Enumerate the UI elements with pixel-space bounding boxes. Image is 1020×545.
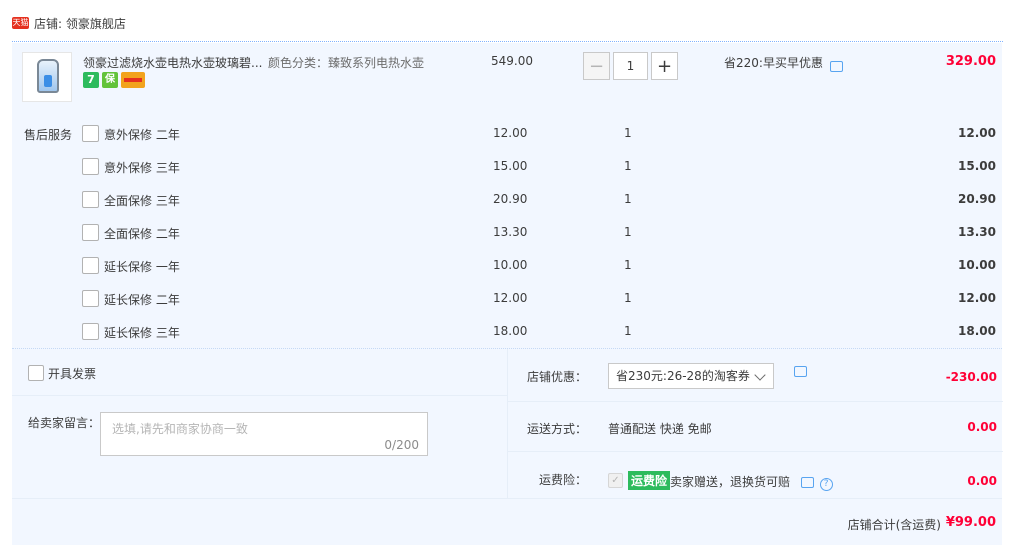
- service-quantity: 1: [624, 192, 632, 206]
- service-price: 10.00: [493, 258, 528, 272]
- increase-quantity-button[interactable]: +: [651, 52, 678, 80]
- coupon-dropdown[interactable]: 省230元:26-28的淘客券: [608, 363, 774, 389]
- kettle-image-icon: [37, 59, 59, 93]
- service-total: 12.00: [958, 291, 996, 305]
- service-row: 全面保修 二年 13.30 1 13.30: [12, 224, 1002, 248]
- service-price: 13.30: [493, 225, 528, 239]
- service-checkbox[interactable]: [82, 290, 99, 307]
- quantity-stepper: − 1 +: [583, 52, 678, 80]
- service-row: 全面保修 三年 20.90 1 20.90: [12, 191, 1002, 215]
- service-name: 延长保修 三年: [104, 326, 180, 340]
- order-fees-panel: 店铺优惠： 省230元:26-28的淘客券 -230.00 运送方式： 普通配送…: [507, 349, 1003, 499]
- service-name: 全面保修 二年: [104, 227, 180, 241]
- line-total: 329.00: [945, 54, 996, 69]
- shipping-insurance-row: 运费险： ✓ 运费险 卖家赠送，退换货可赔 ? 0.00: [508, 452, 1003, 499]
- service-price: 12.00: [493, 291, 528, 305]
- shop-total-amount: ¥99.00: [945, 515, 996, 530]
- service-checkbox[interactable]: [82, 323, 99, 340]
- service-total: 13.30: [958, 225, 996, 239]
- invoice-label: 开具发票: [48, 367, 97, 381]
- unit-price: 549.00: [491, 54, 533, 68]
- seven-day-return-icon[interactable]: 7: [83, 72, 99, 88]
- service-name: 延长保修 二年: [104, 293, 180, 307]
- service-price: 15.00: [493, 159, 528, 173]
- chevron-down-icon: [754, 369, 766, 381]
- help-icon[interactable]: ?: [819, 478, 833, 491]
- message-char-count: 0/200: [384, 438, 419, 452]
- shipping-label: 运送方式：: [526, 422, 587, 436]
- insurance-tag: 运费险: [628, 471, 671, 490]
- product-thumbnail[interactable]: [22, 52, 72, 102]
- service-name: 全面保修 三年: [104, 194, 180, 208]
- service-checkbox[interactable]: [82, 125, 99, 142]
- invoice-checkbox[interactable]: [28, 365, 44, 381]
- insurance-checkbox[interactable]: ✓: [608, 473, 623, 488]
- shop-total-label: 店铺合计(含运费): [847, 518, 941, 532]
- service-price: 12.00: [493, 126, 528, 140]
- service-quantity: 1: [624, 291, 632, 305]
- chat-icon[interactable]: [800, 477, 814, 488]
- credit-card-icon[interactable]: [121, 72, 145, 88]
- insurance-description: 卖家赠送，退换货可赔 ?: [670, 473, 833, 491]
- shop-name-link[interactable]: 店铺: 领豪旗舰店: [34, 15, 126, 32]
- service-quantity: 1: [624, 324, 632, 338]
- service-name: 延长保修 一年: [104, 260, 180, 274]
- service-checkbox[interactable]: [82, 257, 99, 274]
- guarantee-icon[interactable]: 保: [102, 72, 118, 88]
- shop-header: 天猫 店铺: 领豪旗舰店: [12, 12, 126, 34]
- product-row: 领豪过滤烧水壶电热水壶玻璃碧... 颜色分类：臻致系列电热水壶 7 保 549.…: [12, 43, 1002, 108]
- tmall-logo-icon: 天猫: [12, 17, 29, 29]
- service-quantity: 1: [624, 159, 632, 173]
- promotion-text: 省220:早买早优惠: [724, 56, 823, 70]
- order-options: 开具发票 给卖家留言： 选填,请先和商家协商一致 0/200 店铺优惠： 省23…: [12, 348, 1003, 499]
- chat-icon[interactable]: [829, 61, 843, 72]
- message-placeholder: 选填,请先和商家协商一致: [112, 422, 248, 436]
- shop-total-bar: 店铺合计(含运费) ¥99.00: [12, 498, 1002, 545]
- decrease-quantity-button[interactable]: −: [583, 52, 610, 80]
- shipping-row: 运送方式： 普通配送 快递 免邮 0.00: [508, 402, 1003, 452]
- service-row: 延长保修 三年 18.00 1 18.00: [12, 323, 1002, 347]
- service-checkbox[interactable]: [82, 191, 99, 208]
- product-attribute: 颜色分类：臻致系列电热水壶: [268, 56, 425, 70]
- message-label: 给卖家留言：: [28, 416, 101, 430]
- quantity-input[interactable]: 1: [613, 52, 648, 80]
- service-price: 20.90: [493, 192, 528, 206]
- shop-discount-amount: -230.00: [945, 370, 997, 384]
- service-row: 意外保修 三年 15.00 1 15.00: [12, 158, 1002, 182]
- service-total: 12.00: [958, 126, 996, 140]
- service-total: 10.00: [958, 258, 996, 272]
- seller-message-field[interactable]: 选填,请先和商家协商一致 0/200: [100, 412, 428, 456]
- shipping-method: 普通配送 快递 免邮: [608, 422, 712, 436]
- service-row: 延长保修 一年 10.00 1 10.00: [12, 257, 1002, 281]
- service-quantity: 1: [624, 258, 632, 272]
- service-name: 意外保修 二年: [104, 128, 180, 142]
- insurance-label: 运费险：: [538, 473, 587, 487]
- promotion-info: 省220:早买早优惠: [724, 54, 843, 72]
- service-name: 意外保修 三年: [104, 161, 180, 175]
- shop-discount-row: 店铺优惠： 省230元:26-28的淘客券 -230.00: [508, 349, 1003, 402]
- service-price: 18.00: [493, 324, 528, 338]
- chat-icon[interactable]: [794, 366, 807, 377]
- invoice-row: 开具发票: [12, 349, 507, 396]
- insurance-text: 卖家赠送，退换货可赔: [670, 475, 791, 489]
- insurance-amount: 0.00: [967, 474, 997, 488]
- shipping-amount: 0.00: [967, 420, 997, 434]
- service-row: 意外保修 二年 12.00 1 12.00: [12, 125, 1002, 149]
- service-quantity: 1: [624, 225, 632, 239]
- product-title-link[interactable]: 领豪过滤烧水壶电热水壶玻璃碧...: [83, 54, 262, 71]
- service-total: 15.00: [958, 159, 996, 173]
- order-item-block: 领豪过滤烧水壶电热水壶玻璃碧... 颜色分类：臻致系列电热水壶 7 保 549.…: [12, 43, 1002, 348]
- service-checkbox[interactable]: [82, 224, 99, 241]
- coupon-selected: 省230元:26-28的淘客券: [616, 369, 750, 383]
- product-badges: 7 保: [83, 72, 145, 88]
- service-quantity: 1: [624, 126, 632, 140]
- service-total: 20.90: [958, 192, 996, 206]
- service-total: 18.00: [958, 324, 996, 338]
- shop-discount-label: 店铺优惠：: [526, 370, 587, 384]
- service-checkbox[interactable]: [82, 158, 99, 175]
- header-divider: [12, 41, 1003, 42]
- service-row: 延长保修 二年 12.00 1 12.00: [12, 290, 1002, 314]
